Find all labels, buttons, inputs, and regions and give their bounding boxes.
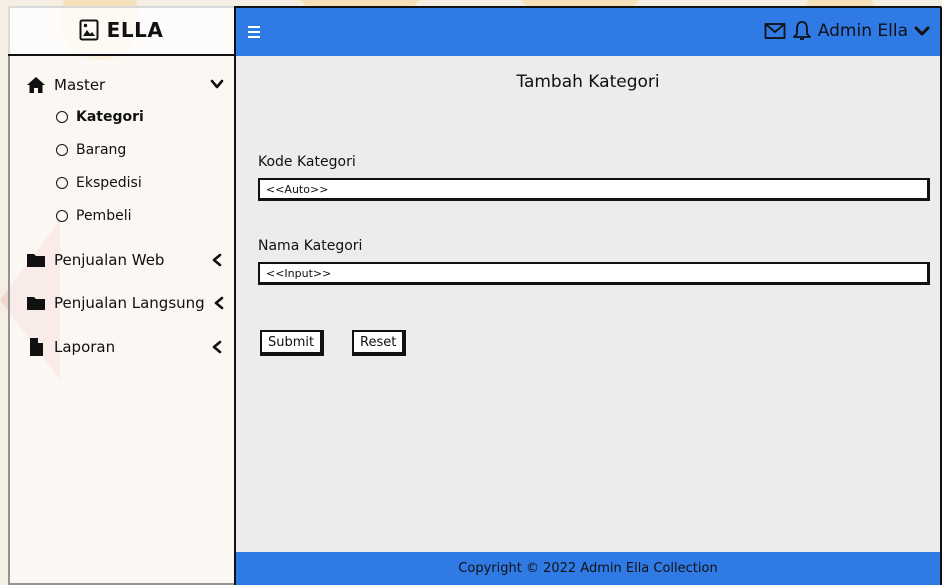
sidebar-item-master[interactable]: Master <box>8 70 234 100</box>
sidebar-menu: Master Kategori Barang Ekspedisi Pembeli <box>8 56 234 370</box>
image-icon <box>79 19 99 41</box>
kode-kategori-input[interactable] <box>258 178 930 201</box>
brand-title: ELLA <box>106 18 164 42</box>
user-name[interactable]: Admin Ella <box>818 21 908 41</box>
submenu-item-label: Kategori <box>76 108 144 125</box>
nama-kategori-input[interactable] <box>258 262 930 285</box>
page-title: Tambah Kategori <box>516 72 660 92</box>
kode-kategori-label: Kode Kategori <box>258 154 356 170</box>
sidebar: ELLA Master Kategori Barang Ekspedisi Pe… <box>8 6 236 585</box>
main-content: Tambah Kategori Kode Kategori Nama Kateg… <box>236 56 940 552</box>
nama-kategori-label: Nama Kategori <box>258 238 363 254</box>
submenu-item-label: Barang <box>76 141 127 158</box>
menu-icon[interactable] <box>248 26 260 38</box>
chevron-left-icon[interactable] <box>210 340 224 354</box>
copyright-text: Copyright © 2022 Admin Ella Collection <box>458 561 718 576</box>
chevron-down-icon[interactable] <box>914 24 930 38</box>
submenu-item-label: Ekspedisi <box>76 174 142 191</box>
file-icon <box>30 338 43 356</box>
bell-icon[interactable] <box>792 20 812 42</box>
radio-icon <box>56 176 68 189</box>
home-icon <box>27 77 45 93</box>
top-bar: Admin Ella <box>236 8 940 56</box>
submenu-item-kategori[interactable]: Kategori <box>8 100 234 133</box>
radio-icon <box>56 110 68 123</box>
folder-icon <box>27 297 45 310</box>
chevron-down-icon[interactable] <box>210 77 224 91</box>
brand: ELLA <box>8 6 234 56</box>
chevron-left-icon[interactable] <box>212 296 226 310</box>
sidebar-item-penjualan-web[interactable]: Penjualan Web <box>8 238 234 282</box>
radio-icon <box>56 143 68 156</box>
reset-button[interactable]: Reset <box>352 330 407 356</box>
sidebar-item-laporan[interactable]: Laporan <box>8 324 234 370</box>
submit-button[interactable]: Submit <box>260 330 325 356</box>
sidebar-item-label: Penjualan Web <box>54 251 165 269</box>
chevron-left-icon[interactable] <box>210 253 224 267</box>
sidebar-item-label: Penjualan Langsung <box>54 294 205 312</box>
mail-icon[interactable] <box>764 22 786 40</box>
submenu-item-barang[interactable]: Barang <box>8 133 234 166</box>
sidebar-item-penjualan-langsung[interactable]: Penjualan Langsung <box>8 282 234 324</box>
submenu-item-pembeli[interactable]: Pembeli <box>8 199 234 232</box>
user-menu: Admin Ella <box>764 20 930 42</box>
submenu-item-ekspedisi[interactable]: Ekspedisi <box>8 166 234 199</box>
sidebar-item-label: Laporan <box>54 338 116 356</box>
folder-icon <box>27 254 45 267</box>
submenu-item-label: Pembeli <box>76 207 132 224</box>
footer: Copyright © 2022 Admin Ella Collection <box>236 552 940 585</box>
sidebar-item-label: Master <box>54 76 106 94</box>
radio-icon <box>56 209 68 222</box>
